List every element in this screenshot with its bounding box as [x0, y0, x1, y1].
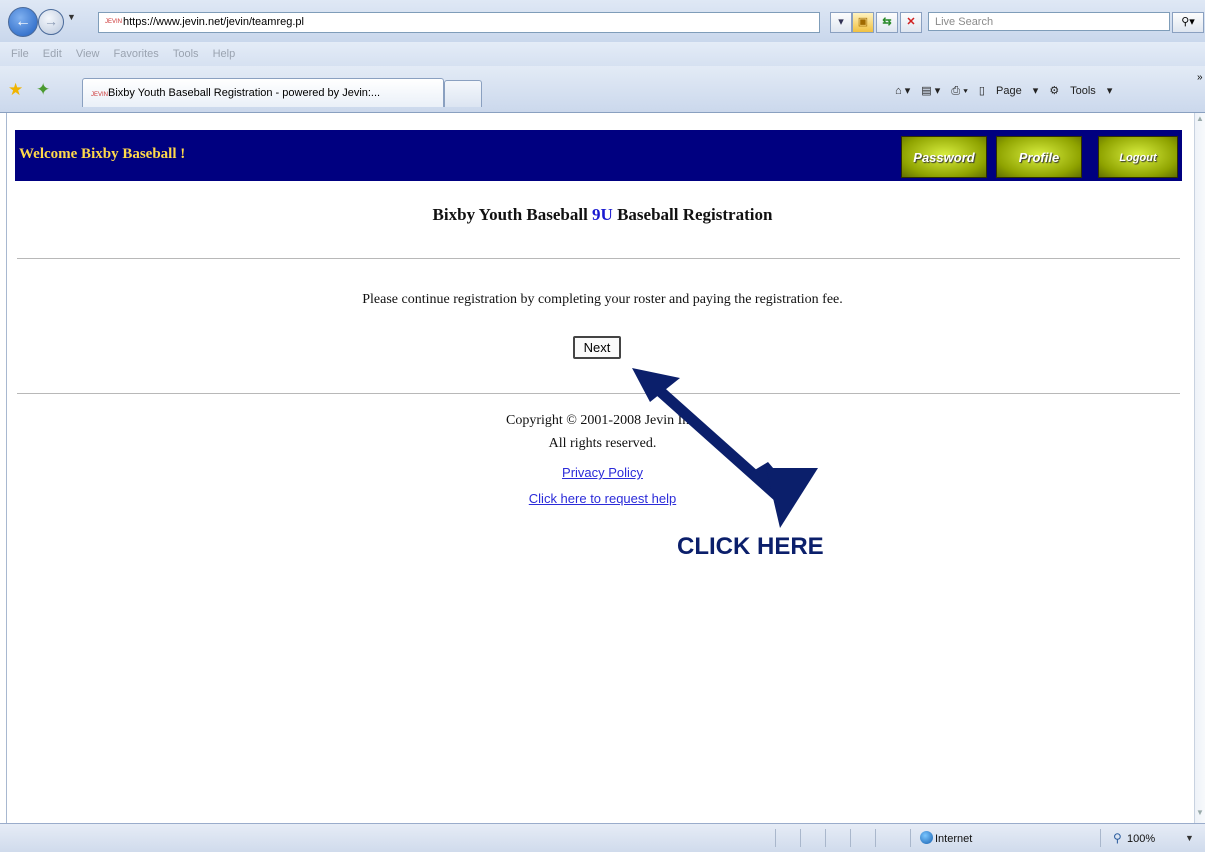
refresh-icon[interactable]: ⇆	[876, 12, 898, 33]
status-divider	[800, 829, 801, 847]
menu-bar: File Edit View Favorites Tools Help	[0, 42, 1205, 66]
scroll-down-icon[interactable]: ▼	[1195, 808, 1205, 820]
new-tab-button[interactable]	[444, 80, 482, 107]
divider-top	[17, 258, 1180, 259]
zoom-icon[interactable]: ⚲	[1113, 831, 1122, 845]
status-divider	[1100, 829, 1101, 847]
status-divider	[875, 829, 876, 847]
zoom-dropdown-icon[interactable]: ▼	[1185, 833, 1194, 843]
tools-menu[interactable]: ⚙ Tools ▾	[1049, 85, 1112, 97]
menu-favorites[interactable]: Favorites	[114, 42, 159, 66]
page-icon: ▯	[978, 85, 985, 97]
add-favorite-icon[interactable]: ✦	[36, 80, 50, 100]
stop-icon[interactable]: ✕	[900, 12, 922, 33]
security-zone-label: Internet	[935, 833, 973, 845]
title-suffix: Baseball Registration	[612, 205, 773, 224]
address-dropdown-icon[interactable]: ▾	[830, 12, 852, 33]
status-bar	[0, 823, 1205, 852]
search-icon[interactable]: ⚲▾	[1172, 12, 1204, 33]
scroll-up-icon[interactable]: ▲	[1195, 114, 1205, 126]
title-division: 9U	[592, 205, 613, 224]
logout-button[interactable]: Logout	[1098, 136, 1178, 178]
forward-button[interactable]: →	[38, 9, 64, 35]
lock-icon[interactable]: ▣	[852, 12, 874, 33]
url-text: https://www.jevin.net/jevin/teamreg.pl	[123, 16, 304, 28]
menu-tools[interactable]: Tools	[173, 42, 199, 66]
tab-current[interactable]: JEVINBixby Youth Baseball Registration -…	[82, 78, 444, 107]
favorites-star-icon[interactable]: ★	[8, 80, 23, 100]
home-icon[interactable]: ⌂ ▾	[895, 85, 910, 97]
zoom-level[interactable]: 100%	[1127, 833, 1155, 845]
menu-view[interactable]: View	[76, 42, 100, 66]
tools-menu-label: Tools	[1070, 85, 1096, 97]
click-here-label: CLICK HERE	[677, 533, 824, 560]
forward-arrow-icon: →	[44, 13, 58, 29]
divider-bottom	[17, 393, 1180, 394]
password-button[interactable]: Password	[901, 136, 987, 178]
site-favicon: JEVIN	[105, 19, 123, 26]
page-menu[interactable]: ▯ Page ▾	[979, 85, 1038, 97]
gear-icon: ⚙	[1049, 85, 1060, 97]
tab-favicon: JEVIN	[91, 92, 109, 98]
recent-pages-dropdown-icon[interactable]: ▼	[67, 12, 76, 22]
menu-edit[interactable]: Edit	[43, 42, 62, 66]
back-button[interactable]: ←	[8, 7, 38, 37]
command-bar: ⌂ ▾ ▤ ▾ ⎙ ▾ ▯ Page ▾ ⚙ Tools ▾	[895, 84, 1120, 98]
print-icon[interactable]: ⎙ ▾	[951, 85, 967, 97]
toolbar-overflow-icon[interactable]: »	[1197, 72, 1203, 83]
status-divider	[825, 829, 826, 847]
globe-icon	[920, 831, 933, 844]
menu-file[interactable]: File	[11, 42, 29, 66]
back-arrow-icon: ←	[15, 13, 31, 30]
page-title: Bixby Youth Baseball 9U Baseball Registr…	[0, 205, 1205, 225]
welcome-message: Welcome Bixby Baseball !	[19, 146, 186, 162]
tab-title: Bixby Youth Baseball Registration - powe…	[108, 87, 381, 99]
status-divider	[775, 829, 776, 847]
profile-button[interactable]: Profile	[996, 136, 1082, 178]
status-divider	[850, 829, 851, 847]
search-input[interactable]: Live Search	[928, 12, 1170, 31]
status-divider	[910, 829, 911, 847]
annotation-arrow-icon	[632, 368, 818, 528]
address-field[interactable]: JEVINhttps://www.jevin.net/jevin/teamreg…	[98, 12, 820, 33]
instructions-text: Please continue registration by completi…	[362, 292, 843, 307]
title-prefix: Bixby Youth Baseball	[432, 205, 593, 224]
feeds-icon[interactable]: ▤ ▾	[921, 85, 940, 97]
page-menu-label: Page	[996, 85, 1022, 97]
menu-help[interactable]: Help	[213, 42, 236, 66]
